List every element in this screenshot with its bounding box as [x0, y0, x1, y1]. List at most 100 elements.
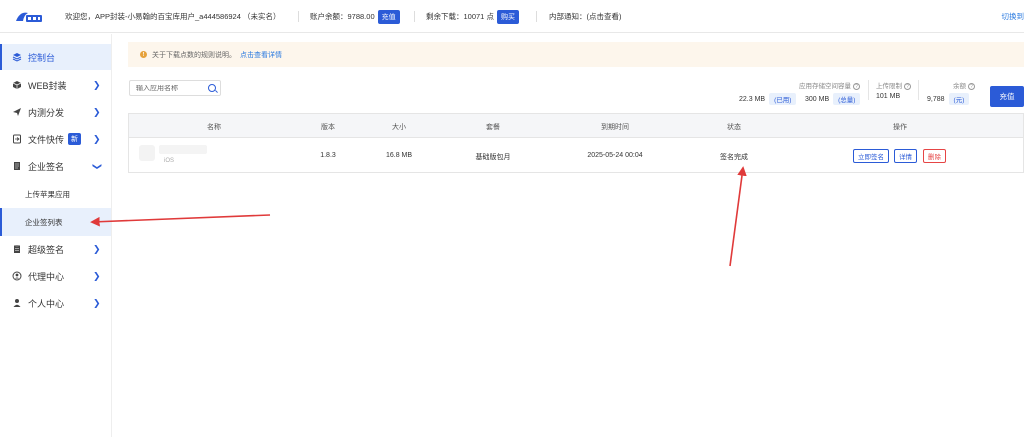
cell-version: 1.8.3: [320, 152, 336, 159]
layers-icon: [12, 52, 22, 62]
welcome-text: 欢迎您，APP封装-小易翰的百宝库用户_a444586924 （未实名）: [65, 12, 281, 21]
logo-icon: [16, 12, 42, 22]
upload-limit-text: 上传限制: [876, 83, 902, 90]
sidebar-item-label: WEB封装: [28, 80, 67, 91]
downloads-label: 剩余下载：10071 点: [426, 12, 494, 21]
chevron-right-icon: ❯: [93, 133, 101, 144]
column-header-actions: 操作: [893, 124, 907, 131]
internal-notice-link[interactable]: 内部通知：(点击查看): [549, 0, 622, 33]
sidebar: 控制台 WEB封装 ❯ 内测分发 ❯ 文件快传 新 ❯ 企业签名 ❯ 上传苹果应…: [0, 34, 112, 437]
column-header-name: 名称: [207, 124, 221, 131]
balance-stat: 9,788 (元): [927, 93, 970, 105]
warning-icon: !: [140, 51, 147, 58]
app-search-input[interactable]: [136, 84, 206, 92]
divider: [536, 11, 537, 22]
sidebar-item-label: 超级签名: [28, 244, 65, 255]
sidebar-item-label: 个人中心: [28, 298, 65, 309]
cube-icon: [12, 80, 22, 90]
sidebar-item-label: 代理中心: [28, 271, 65, 282]
cell-status: 签名完成: [720, 154, 748, 161]
sidebar-item-personal-center[interactable]: 个人中心 ❯: [0, 290, 111, 316]
help-icon[interactable]: ?: [904, 83, 911, 90]
sidebar-item-web-wrap[interactable]: WEB封装 ❯: [0, 72, 111, 98]
cell-size: 16.8 MB: [385, 152, 413, 159]
storage-total: 300 MB (总量): [805, 93, 861, 105]
chevron-right-icon: ❯: [93, 79, 101, 90]
balance-label: 账户余额：9788.00: [310, 12, 375, 21]
storage-total-value: 300 MB: [805, 95, 830, 103]
notice-bar: ! 关于下载点数的规则说明。 点击查看详情: [128, 42, 1024, 67]
clipboard-icon: [12, 244, 22, 254]
user-icon: [12, 298, 22, 308]
send-icon: [12, 107, 22, 117]
sidebar-subitem-upload-ios-app[interactable]: 上传苹果应用: [0, 180, 111, 208]
upload-limit-label: 上传限制?: [876, 80, 911, 90]
storage-capacity-label: 应用存储空间容量?: [799, 80, 860, 90]
storage-used-value: 22.3 MB: [739, 95, 766, 103]
sidebar-item-label: 内测分发: [28, 107, 65, 118]
app-icon: [139, 145, 155, 161]
balance-stat-label: 余额?: [953, 80, 975, 90]
divider: [868, 80, 869, 100]
column-header-size: 大小: [392, 124, 406, 131]
chevron-right-icon: ❯: [93, 297, 101, 308]
help-icon[interactable]: ?: [853, 83, 860, 90]
divider: [414, 11, 415, 22]
cell-plan: 基础版包月: [475, 154, 511, 161]
buy-button[interactable]: 购买: [496, 9, 519, 24]
total-tag: (总量): [833, 93, 861, 105]
balance-stat-text: 余额: [953, 83, 966, 90]
remaining-downloads: 剩余下载：10071 点 购买: [426, 0, 519, 33]
sidebar-item-label: 控制台: [28, 52, 56, 63]
user-circle-icon: [12, 271, 22, 281]
recharge-main-button[interactable]: 充值: [990, 86, 1024, 107]
arrow-to-sidebar: [90, 214, 271, 227]
column-header-plan: 套餐: [486, 124, 500, 131]
column-header-version: 版本: [321, 124, 335, 131]
divider: [298, 11, 299, 22]
sidebar-item-file-transfer[interactable]: 文件快传 新 ❯: [0, 126, 111, 152]
app-os-label: iOS: [164, 158, 175, 164]
document-icon: [12, 161, 22, 171]
cell-expire: 2025-05-24 00:04: [587, 152, 643, 159]
chevron-right-icon: ❯: [93, 270, 101, 281]
detail-button[interactable]: 详情: [894, 149, 917, 163]
balance-stat-value: 9,788: [927, 95, 945, 103]
sidebar-subitem-enterprise-sign-list[interactable]: 企业签列表: [0, 208, 111, 236]
app-name-redacted: [159, 145, 207, 154]
upload-limit-value: 101 MB: [876, 93, 901, 100]
chevron-right-icon: ❯: [93, 243, 101, 254]
divider: [918, 80, 919, 100]
arrow-to-status: [729, 166, 747, 267]
storage-used: 22.3 MB (已用): [739, 93, 797, 105]
account-balance: 账户余额：9788.00 充值: [310, 0, 400, 33]
sidebar-item-beta-distribution[interactable]: 内测分发 ❯: [0, 99, 111, 125]
sidebar-item-enterprise-sign[interactable]: 企业签名 ❯: [0, 153, 111, 179]
sign-now-button[interactable]: 立即签名: [853, 149, 889, 163]
help-icon[interactable]: ?: [968, 83, 975, 90]
recharge-button[interactable]: 充值: [377, 9, 400, 24]
sidebar-item-agent-center[interactable]: 代理中心 ❯: [0, 263, 111, 289]
delete-button[interactable]: 删除: [923, 149, 946, 163]
sidebar-item-dashboard[interactable]: 控制台: [0, 44, 111, 70]
storage-capacity-text: 应用存储空间容量: [799, 83, 851, 90]
new-badge: 新: [68, 133, 82, 145]
chevron-right-icon: ❯: [93, 106, 101, 117]
unit-tag: (元): [948, 93, 970, 105]
table-header: 名称 版本 大小 套餐 到期时间 状态 操作: [129, 114, 1023, 138]
column-header-expire: 到期时间: [601, 124, 629, 131]
used-tag: (已用): [769, 93, 797, 105]
column-header-status: 状态: [727, 124, 741, 131]
switch-link[interactable]: 切换到: [1002, 0, 1024, 33]
app-search-box: [129, 80, 221, 96]
notice-detail-link[interactable]: 点击查看详情: [240, 50, 282, 60]
sidebar-item-super-sign[interactable]: 超级签名 ❯: [0, 236, 111, 262]
app-table: 名称 版本 大小 套餐 到期时间 状态 操作 iOS 1.8.3 16.8 MB…: [128, 113, 1024, 173]
file-icon: [12, 134, 22, 144]
search-icon[interactable]: [208, 84, 216, 92]
sidebar-item-label: 企业签名: [28, 161, 65, 172]
top-bar: 欢迎您，APP封装-小易翰的百宝库用户_a444586924 （未实名） 账户余…: [0, 0, 1024, 33]
notice-text: 关于下载点数的规则说明。: [152, 51, 236, 59]
sidebar-item-label: 文件快传: [28, 134, 65, 145]
chevron-down-icon: ❯: [92, 162, 103, 170]
